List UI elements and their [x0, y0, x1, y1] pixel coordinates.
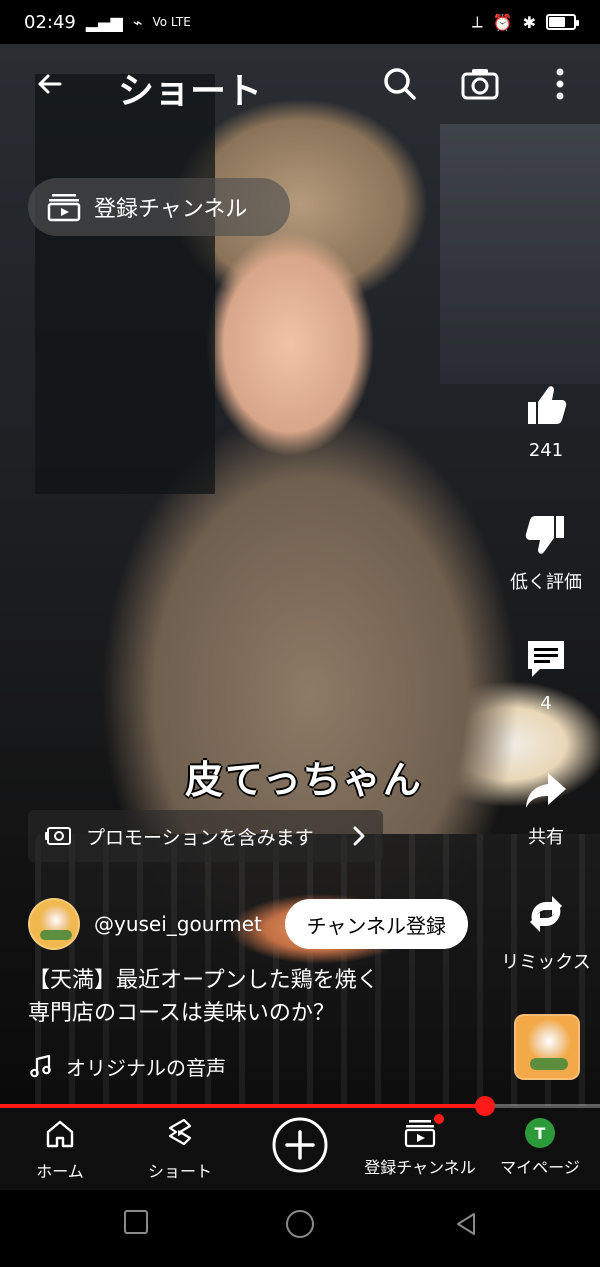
sound-thumbnail[interactable] [514, 1014, 580, 1080]
status-right: ⟂ ⏰ ✱ [471, 12, 579, 32]
nav-shorts[interactable]: ショート [120, 1118, 240, 1182]
battery-icon [546, 14, 579, 30]
comment-count: 4 [540, 693, 552, 714]
music-note-icon [30, 1054, 51, 1078]
bottom-navigation: ホーム ショート 登録チャンネル T マイページ [0, 1108, 600, 1190]
home-system-button[interactable] [286, 1210, 314, 1238]
network-label: Vo LTE [152, 15, 191, 29]
share-label: 共有 [528, 827, 564, 848]
share-button[interactable]: 共有 [498, 765, 594, 849]
chevron-right-icon [353, 826, 365, 846]
home-icon [46, 1120, 74, 1148]
subscribe-button[interactable]: チャンネル登録 [284, 899, 468, 949]
nav-create[interactable] [240, 1116, 360, 1178]
channel-handle[interactable]: @yusei_gourmet [94, 912, 262, 936]
vibrate-icon: ⟂ [471, 12, 483, 31]
channel-avatar[interactable] [28, 898, 80, 950]
like-count: 241 [528, 440, 564, 461]
share-arrow-icon [526, 773, 566, 808]
nav-shorts-label: ショート [147, 1162, 212, 1181]
user-avatar: T [525, 1118, 555, 1148]
remix-icon [530, 896, 562, 932]
video-overlay-text: 皮てっちゃん [185, 758, 423, 802]
alarm-icon: ⏰ [492, 12, 513, 32]
promotion-notice[interactable]: プロモーションを含みます [28, 810, 383, 862]
dislike-button[interactable]: 低く評価 [498, 510, 594, 594]
nav-home-label: ホーム [36, 1162, 84, 1181]
channel-row: @yusei_gourmet チャンネル登録 [28, 896, 468, 952]
status-left: 02:49 ▂▄▆ ⌁ Vo LTE [24, 12, 191, 33]
more-vertical-icon [556, 68, 564, 100]
caption-line-2: 専門店のコースは美味いのか？ [28, 1001, 335, 1026]
back-triangle-icon [457, 1213, 475, 1235]
nav-me[interactable]: T マイページ [480, 1118, 600, 1178]
subscriptions-icon-wrap [402, 1114, 444, 1148]
progress-knob[interactable] [474, 1096, 495, 1116]
shorts-icon [168, 1118, 192, 1146]
like-button[interactable]: 241 [498, 382, 594, 461]
promotion-label: プロモーションを含みます [86, 826, 314, 849]
status-bar: 02:49 ▂▄▆ ⌁ Vo LTE ⟂ ⏰ ✱ [0, 0, 600, 44]
nav-me-label: マイページ [500, 1158, 580, 1177]
more-options-button[interactable] [548, 62, 572, 106]
back-system-button[interactable] [452, 1210, 480, 1238]
camera-button[interactable] [458, 62, 502, 106]
nav-subscriptions-label: 登録チャンネル [364, 1158, 476, 1177]
audio-label: オリジナルの音声 [66, 1055, 226, 1080]
dislike-label: 低く評価 [510, 572, 582, 593]
remix-button[interactable]: リミックス [498, 890, 594, 974]
comment-icon [528, 641, 564, 677]
subscriptions-chip-label: 登録チャンネル [94, 197, 248, 222]
subscriptions-icon [404, 1120, 436, 1148]
system-navigation-bar [0, 1190, 600, 1267]
back-arrow-icon [38, 74, 62, 94]
camera-icon [461, 69, 499, 100]
video-background-wall [35, 74, 215, 494]
page-title: ショート [118, 71, 263, 112]
caption-line-1: 【天満】最近オープンした鶏を焼く [28, 968, 379, 993]
signal-icon: ▂▄▆ [85, 12, 123, 32]
subscriptions-icon [47, 194, 81, 222]
search-icon [384, 68, 416, 100]
video-caption[interactable]: 【天満】最近オープンした鶏を焼く 専門店のコースは美味いのか？ [28, 964, 478, 1030]
bluetooth-icon: ✱ [522, 12, 536, 32]
remix-label: リミックス [501, 952, 591, 973]
promotion-icon [45, 827, 71, 845]
new-content-badge [434, 1114, 444, 1124]
back-button[interactable] [30, 64, 70, 104]
recent-apps-button[interactable] [124, 1210, 148, 1234]
shorts-screen: 02:49 ▂▄▆ ⌁ Vo LTE ⟂ ⏰ ✱ 皮てっちゃん ショート 登録チ… [0, 0, 600, 1267]
thumbs-up-icon [528, 386, 567, 424]
create-plus-icon [272, 1117, 328, 1173]
nav-home[interactable]: ホーム [0, 1118, 120, 1182]
audio-row[interactable]: オリジナルの音声 [28, 1050, 226, 1082]
video-background-window [440, 124, 600, 384]
top-bar: ショート [0, 44, 600, 130]
thumbs-down-icon [525, 516, 564, 554]
comments-button[interactable]: 4 [498, 635, 594, 714]
subscriptions-chip[interactable]: 登録チャンネル [28, 178, 290, 236]
wifi-icon: ⌁ [132, 12, 143, 32]
search-button[interactable] [380, 64, 420, 104]
video-progress-bar[interactable] [0, 1096, 600, 1116]
status-time: 02:49 [24, 11, 76, 33]
nav-subscriptions[interactable]: 登録チャンネル [360, 1114, 480, 1178]
progress-fill [0, 1104, 485, 1108]
